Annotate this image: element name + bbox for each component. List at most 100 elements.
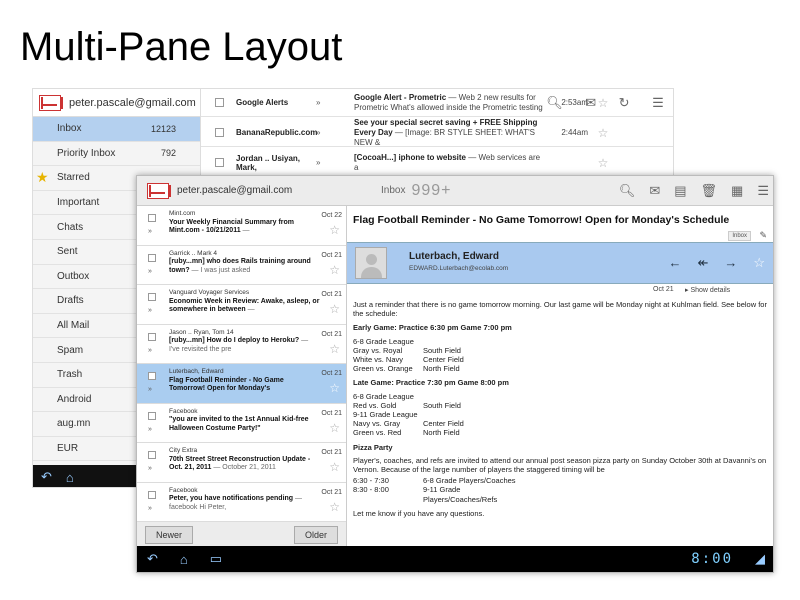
conversation-row[interactable]: » Facebook "you are invited to the 1st Ann… (137, 404, 346, 443)
edit-labels-icon[interactable]: ✎ (759, 230, 767, 241)
priority-arrow-icon: » (148, 504, 152, 512)
pizza-schedule: 6:30 - 7:30 6-8 Grade Players/Coaches 8:30… (353, 476, 767, 504)
star-icon[interactable]: ☆ (329, 422, 340, 433)
star-icon[interactable]: ☆ (329, 382, 340, 393)
clock: 8:00 (691, 551, 733, 567)
star-icon[interactable]: ☆ (588, 156, 618, 170)
conversation-row[interactable]: Jordan .. Usiyan, Mark, » [CocoaH...] ipho… (201, 149, 673, 177)
priority-arrow-icon: » (316, 158, 321, 167)
row-sender: Jason .. Ryan, Tom 14 (169, 328, 234, 336)
select-checkbox[interactable] (148, 214, 156, 222)
select-checkbox[interactable] (215, 158, 224, 167)
early-schedule: Gray vs. Royal South Field White vs. Navy C… (353, 346, 767, 374)
compose-icon[interactable]: ✉ (649, 183, 660, 199)
priority-arrow-icon: » (148, 307, 152, 314)
sender-bar: Luterbach, Edward EDWARD.Luterbach@ecola… (347, 242, 773, 284)
schedule-cell: 9-11 Grade Players/Coaches/Refs (423, 485, 498, 504)
conversation-row[interactable]: » Facebook Peter, you have notifications p… (137, 483, 346, 522)
star-icon[interactable]: ☆ (329, 461, 340, 472)
select-checkbox[interactable] (148, 411, 156, 420)
select-checkbox[interactable] (148, 451, 156, 459)
back-nav-icon[interactable]: ↶ (41, 469, 52, 485)
conversation-row[interactable]: » City Extra 70th Street Street Reconstruc… (137, 443, 346, 483)
schedule-cell: White vs. Navy (353, 355, 404, 365)
conversation-row[interactable]: » Mint.com Your Weekly Financial Summary f… (137, 206, 346, 246)
folder-label: All Mail (57, 320, 90, 332)
folder-label: Spam (57, 344, 84, 356)
row-subject: Google Alert - Prometric — Web 2 new res… (354, 93, 544, 113)
star-icon[interactable]: ☆ (588, 126, 618, 140)
folder-item[interactable]: Priority Inbox 792 (33, 142, 200, 167)
row-subject: [CocoaH...] iphone to website — Web serv… (354, 153, 544, 173)
select-checkbox[interactable] (215, 128, 224, 137)
search-icon[interactable]: 🔍︎ (619, 183, 636, 199)
inbox-label: Inbox (381, 185, 406, 196)
priority-arrow-icon: » (148, 346, 152, 354)
star-icon[interactable]: ☆ (588, 96, 618, 110)
conversation-row[interactable]: » Luterbach, Edward Flag Football Reminder… (137, 364, 346, 404)
pizza-text: Player's, coaches, and refs are invited … (353, 455, 767, 475)
newer-button[interactable]: Newer (145, 526, 194, 544)
star-icon[interactable]: ☆ (329, 501, 340, 512)
conversation-row[interactable]: » Jason .. Ryan, Tom 14 [ruby...mn] How do… (137, 325, 346, 364)
conversation-list: » Mint.com Your Weekly Financial Summary f… (137, 206, 347, 522)
late-game-heading: Late Game: Practice 7:30 pm Game 8:00 pm (353, 378, 509, 388)
conversation-row[interactable]: » Garrick .. Mark 4 [ruby...mn] who does R… (137, 246, 346, 285)
unread-count: 999+ (411, 181, 452, 199)
label-badge[interactable]: Inbox (728, 231, 751, 241)
folder-count: 792 (160, 148, 176, 159)
folder-label: Drafts (57, 295, 84, 307)
select-checkbox[interactable] (215, 98, 224, 107)
row-sender: Facebook (169, 486, 198, 494)
recent-apps-icon[interactable]: ▭ (210, 551, 222, 567)
home-nav-icon[interactable]: ⌂ (180, 552, 188, 567)
schedule-cell: North Field (423, 364, 460, 374)
schedule-cell: Green vs. Orange (353, 364, 413, 374)
conversation-row[interactable]: Google Alerts » Google Alert - Prometric —… (201, 89, 673, 117)
row-date: Oct 22 (321, 212, 342, 219)
schedule-cell: Center Field (423, 355, 464, 365)
star-icon[interactable]: ☆ (329, 343, 340, 354)
account-header[interactable]: peter.pascale@gmail.com (33, 89, 200, 117)
account-email[interactable]: peter.pascale@gmail.com (177, 185, 337, 196)
select-checkbox[interactable] (148, 293, 156, 301)
front-screenshot: peter.pascale@gmail.com Inbox 999+ 🔍︎ ✉ … (136, 175, 774, 573)
star-icon[interactable]: ☆ (753, 255, 765, 271)
conversation-row[interactable]: » Vanguard Voyager Services Economic Week … (137, 285, 346, 325)
select-checkbox[interactable] (148, 372, 156, 380)
folder-label: Inbox (57, 123, 82, 135)
show-details-link[interactable]: ▸ Show details (685, 286, 730, 294)
row-subject: 70th Street Street Reconstruction Update… (169, 456, 320, 473)
row-subject: [ruby...mn] who does Rails training arou… (169, 258, 320, 275)
select-checkbox[interactable] (148, 332, 156, 341)
older-button[interactable]: Older (293, 526, 338, 544)
action-bar: peter.pascale@gmail.com Inbox 999+ 🔍︎ ✉ … (137, 176, 773, 206)
signal-icon: ◢ (755, 551, 765, 566)
schedule-cell: Gray vs. Royal (353, 345, 403, 355)
back-nav-icon[interactable]: ↶ (147, 551, 158, 567)
delete-icon[interactable]: 🗑︎ (701, 183, 718, 199)
select-checkbox[interactable] (148, 490, 156, 499)
select-checkbox[interactable] (148, 253, 156, 262)
row-time: 2:53am (561, 98, 588, 107)
folder-item[interactable]: Inbox 12123 (33, 117, 200, 142)
star-icon[interactable]: ☆ (329, 224, 340, 235)
home-nav-icon[interactable]: ⌂ (66, 470, 74, 485)
folder-label: Starred (57, 172, 90, 184)
reply-icon[interactable]: ← (668, 255, 681, 271)
schedule-cell: 6:30 - 7:30 (353, 476, 389, 486)
conversation-row[interactable]: BananaRepublic.com» See your special secr… (201, 118, 673, 147)
forward-icon[interactable]: → (724, 255, 737, 271)
star-icon[interactable]: ☆ (329, 264, 340, 275)
menu-icon[interactable]: ☰ (757, 183, 769, 199)
row-date: Oct 21 (321, 409, 342, 417)
late-schedule-1: Red vs. Gold South Field (353, 401, 767, 410)
label-icon[interactable]: ▦ (731, 183, 743, 199)
star-icon[interactable]: ☆ (329, 303, 340, 314)
slide-title: Multi-Pane Layout (20, 25, 343, 69)
closing-line: Let me know if you have any questions. (353, 508, 485, 518)
archive-icon[interactable]: ▤ (674, 183, 686, 199)
gmail-logo-icon (147, 182, 171, 199)
row-date: Oct 21 (321, 251, 342, 259)
reply-all-icon[interactable]: ↞ (697, 255, 708, 271)
